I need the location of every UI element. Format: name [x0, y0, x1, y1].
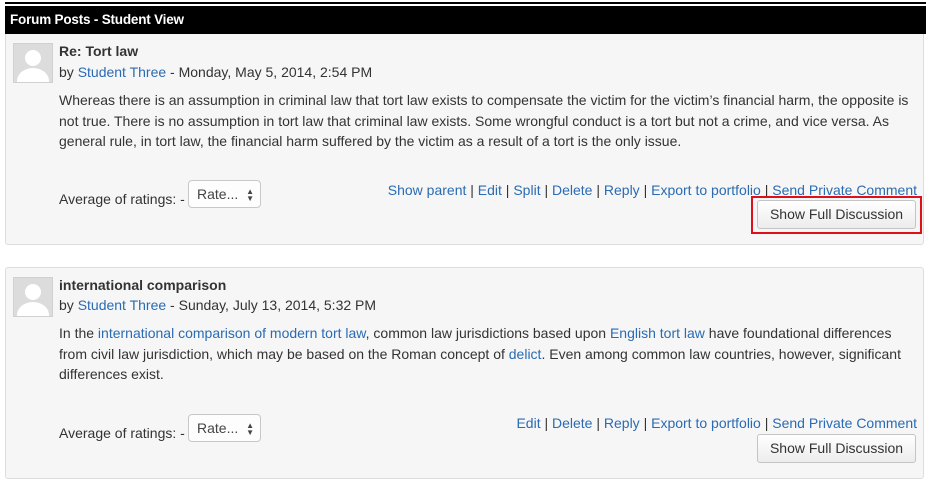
- separator: |: [760, 415, 773, 431]
- avatar[interactable]: [13, 277, 53, 317]
- show-full-discussion-button[interactable]: Show Full Discussion: [757, 200, 916, 229]
- english-tort-law-link[interactable]: English tort law: [610, 325, 705, 341]
- international-comparison-link[interactable]: international comparison of modern tort …: [98, 325, 366, 341]
- post-byline: by Student Three - Monday, May 5, 2014, …: [59, 64, 372, 80]
- delete-link[interactable]: Delete: [552, 182, 592, 198]
- author-link[interactable]: Student Three: [78, 297, 166, 313]
- top-rule: [5, 2, 926, 4]
- separator: |: [639, 415, 652, 431]
- avatar[interactable]: [13, 43, 53, 83]
- page-header: Forum Posts - Student View: [5, 6, 926, 34]
- edit-link[interactable]: Edit: [516, 415, 540, 431]
- rating-select[interactable]: Rate... ▲ ▼: [188, 180, 261, 208]
- post-subject: international comparison: [59, 277, 227, 293]
- post-content: In the international comparison of moder…: [59, 323, 919, 385]
- export-to-portfolio-link[interactable]: Export to portfolio: [651, 415, 761, 431]
- post-commands: Edit | Delete | Reply | Export to portfo…: [516, 415, 917, 431]
- export-to-portfolio-link[interactable]: Export to portfolio: [651, 182, 761, 198]
- separator: |: [540, 415, 552, 431]
- content-text: , common law jurisdictions based upon: [365, 325, 610, 341]
- forum-post: international comparison by Student Thre…: [5, 267, 924, 479]
- rating-label: Average of ratings: -: [59, 425, 185, 441]
- rating-select[interactable]: Rate... ▲ ▼: [188, 414, 261, 442]
- byline-prefix: by: [59, 297, 78, 313]
- separator: |: [466, 182, 478, 198]
- author-link[interactable]: Student Three: [78, 64, 166, 80]
- forum-post: Re: Tort law by Student Three - Monday, …: [5, 34, 924, 245]
- rating-select-value: Rate...: [197, 420, 239, 436]
- send-private-comment-link[interactable]: Send Private Comment: [772, 415, 917, 431]
- delete-link[interactable]: Delete: [552, 415, 592, 431]
- rating-label: Average of ratings: -: [59, 191, 185, 207]
- show-full-discussion-button[interactable]: Show Full Discussion: [757, 434, 916, 463]
- separator: |: [639, 182, 652, 198]
- edit-link[interactable]: Edit: [478, 182, 502, 198]
- separator: |: [501, 182, 514, 198]
- post-byline: by Student Three - Sunday, July 13, 2014…: [59, 297, 376, 313]
- reply-link[interactable]: Reply: [604, 182, 640, 198]
- separator: |: [540, 182, 552, 198]
- post-date: - Sunday, July 13, 2014, 5:32 PM: [166, 297, 377, 313]
- post-content: Whereas there is an assumption in crimin…: [59, 92, 909, 149]
- post-subject: Re: Tort law: [59, 43, 139, 59]
- show-parent-link[interactable]: Show parent: [388, 182, 467, 198]
- byline-prefix: by: [59, 64, 78, 80]
- split-link[interactable]: Split: [513, 182, 540, 198]
- separator: |: [592, 182, 604, 198]
- delict-link[interactable]: delict: [509, 346, 542, 362]
- reply-link[interactable]: Reply: [604, 415, 640, 431]
- post-date: - Monday, May 5, 2014, 2:54 PM: [166, 64, 373, 80]
- content-text: In the: [59, 325, 98, 341]
- separator: |: [592, 415, 604, 431]
- page-title: Forum Posts - Student View: [10, 12, 184, 27]
- rating-select-value: Rate...: [197, 186, 239, 202]
